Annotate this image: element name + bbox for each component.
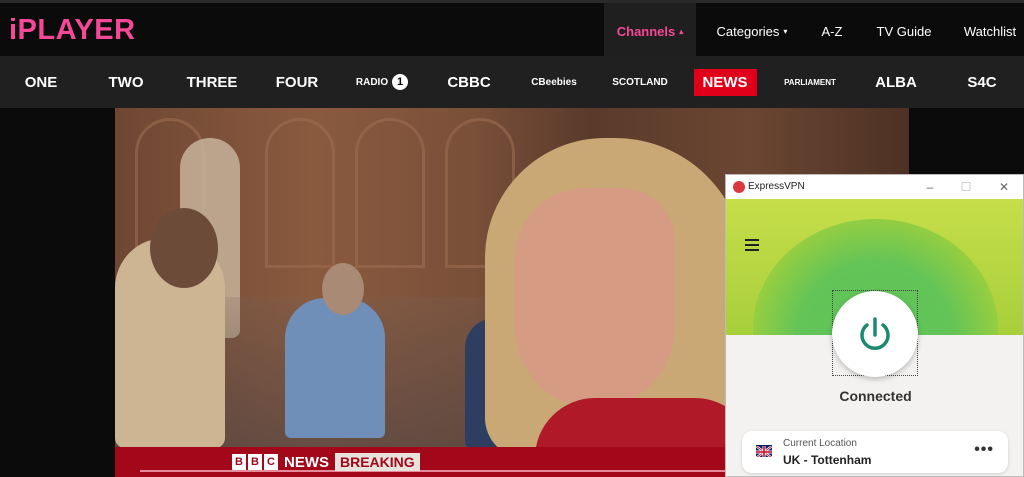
bbc-logo-b: B bbox=[232, 454, 246, 470]
caret-up-icon: ▴ bbox=[679, 26, 684, 36]
close-icon[interactable]: ✕ bbox=[996, 179, 1012, 195]
expressvpn-window: ExpressVPN – ☐ ✕ Connected Current Locat… bbox=[725, 174, 1024, 477]
power-icon bbox=[860, 317, 890, 350]
power-button[interactable] bbox=[832, 291, 918, 377]
channel-news-label: NEWS bbox=[693, 68, 757, 96]
bbc-logo-b: B bbox=[248, 454, 262, 470]
top-nav: iPLAYER Channels ▴ Categories ▾ A-Z TV G… bbox=[0, 0, 1024, 59]
window-titlebar: ExpressVPN – ☐ ✕ bbox=[726, 175, 1023, 199]
expressvpn-logo-icon bbox=[733, 181, 745, 193]
person bbox=[285, 298, 385, 438]
channel-cbbc[interactable]: CBBC bbox=[443, 56, 495, 108]
caret-down-icon: ▾ bbox=[783, 26, 788, 36]
channel-four[interactable]: FOUR bbox=[273, 56, 321, 108]
iplayer-logo[interactable]: iPLAYER bbox=[9, 14, 136, 47]
radio-label: RADIO bbox=[355, 76, 389, 88]
bbc-logo-c: C bbox=[264, 454, 278, 470]
nav-categories[interactable]: Categories ▾ bbox=[707, 3, 797, 59]
maximize-icon[interactable]: ☐ bbox=[958, 179, 974, 195]
bbc-news-breaking-banner: B B C NEWS BREAKING bbox=[232, 453, 420, 471]
channel-alba[interactable]: ALBA bbox=[870, 56, 922, 108]
uk-flag-icon bbox=[756, 445, 772, 457]
nav-a-z[interactable]: A-Z bbox=[810, 3, 854, 59]
hamburger-menu-icon[interactable] bbox=[745, 239, 759, 254]
connection-status: Connected bbox=[839, 388, 912, 404]
channel-parliament[interactable]: PARLIAMENT bbox=[780, 56, 840, 108]
channel-radio-1[interactable]: RADIO 1 bbox=[352, 56, 412, 108]
news-label: NEWS bbox=[284, 453, 329, 471]
channel-two[interactable]: TWO bbox=[102, 56, 150, 108]
radio-1-icon: 1 bbox=[392, 74, 409, 90]
nav-watchlist[interactable]: Watchlist bbox=[955, 3, 1024, 59]
channel-scotland[interactable]: SCOTLAND bbox=[610, 56, 670, 108]
person bbox=[150, 208, 218, 288]
person bbox=[322, 263, 364, 315]
channel-three[interactable]: THREE bbox=[184, 56, 240, 108]
nav-tv-guide[interactable]: TV Guide bbox=[869, 3, 939, 59]
nav-channels[interactable]: Channels ▴ bbox=[604, 3, 696, 59]
minimize-icon[interactable]: – bbox=[922, 179, 938, 195]
interviewee-face bbox=[515, 188, 675, 408]
background-arch bbox=[265, 118, 335, 268]
location-label: Current Location bbox=[783, 438, 857, 449]
channel-s4c[interactable]: S4C bbox=[962, 56, 1002, 108]
window-title: ExpressVPN bbox=[748, 181, 805, 192]
channel-bar: ONE TWO THREE FOUR RADIO 1 CBBC CBeebies… bbox=[0, 56, 1024, 108]
channel-one[interactable]: ONE bbox=[17, 56, 65, 108]
channel-news[interactable]: NEWS bbox=[690, 56, 760, 108]
channel-cbeebies[interactable]: CBeebies bbox=[524, 56, 584, 108]
more-options-icon[interactable]: ••• bbox=[974, 441, 994, 459]
background-arch bbox=[355, 118, 425, 268]
nav-channels-label: Channels bbox=[616, 23, 676, 39]
location-value: UK - Tottenham bbox=[783, 453, 872, 467]
nav-categories-label: Categories bbox=[716, 23, 780, 39]
breaking-label: BREAKING bbox=[335, 453, 420, 471]
current-location-card[interactable]: Current Location UK - Tottenham ••• bbox=[742, 431, 1008, 473]
